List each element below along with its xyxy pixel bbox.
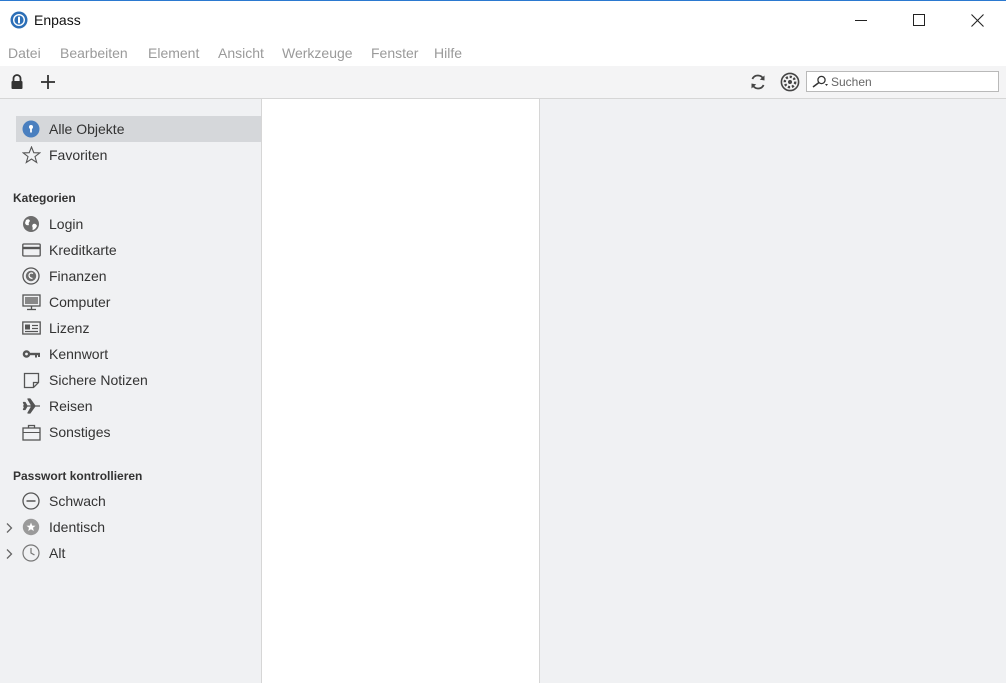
lock-icon [11,74,23,89]
sync-icon [751,74,765,90]
clock-icon [21,544,41,562]
enpass-key-icon [21,120,41,138]
menu-hilfe[interactable]: Hilfe [434,45,462,61]
gear-icon [780,72,800,92]
coin-icon [21,267,41,285]
sidebar-item-label: Sichere Notizen [49,372,148,388]
monitor-icon [21,293,41,311]
menu-werkzeuge[interactable]: Werkzeuge [282,45,353,61]
menu-bar: Datei Bearbeiten Element Ansicht Werkzeu… [0,40,1006,66]
minimize-icon [855,20,867,21]
plus-icon [41,75,55,89]
password-audit-heading: Passwort kontrollieren [13,469,143,483]
menu-datei[interactable]: Datei [8,45,41,61]
sidebar-item-identisch[interactable]: Identisch [16,514,261,540]
star-icon [21,146,41,164]
close-button[interactable] [948,1,1006,39]
sidebar-item-alle-objekte[interactable]: Alle Objekte [16,116,261,142]
sidebar-item-alt[interactable]: Alt [16,540,261,566]
sidebar-item-sichere-notizen[interactable]: Sichere Notizen [16,367,261,393]
sidebar-item-label: Lizenz [49,320,90,336]
menu-fenster[interactable]: Fenster [371,45,418,61]
sidebar-item-label: Alle Objekte [49,121,125,137]
sidebar: Alle Objekte Favoriten Kategorien Login … [0,99,262,683]
expand-alt-chevron-icon[interactable] [4,547,14,559]
credit-card-icon [21,241,41,259]
maximize-button[interactable] [890,1,948,39]
settings-button[interactable] [779,71,801,93]
globe-icon [21,215,41,233]
lock-button[interactable] [6,71,28,93]
briefcase-icon [21,423,41,441]
menu-ansicht[interactable]: Ansicht [218,45,264,61]
sidebar-item-label: Computer [49,294,111,310]
sync-button[interactable] [747,71,769,93]
sidebar-item-kennwort[interactable]: Kennwort [16,341,261,367]
sidebar-item-kreditkarte[interactable]: Kreditkarte [16,237,261,263]
menu-element[interactable]: Element [148,45,199,61]
sidebar-item-schwach[interactable]: Schwach [16,488,261,514]
sidebar-item-label: Kennwort [49,346,109,362]
sidebar-item-label: Favoriten [49,147,108,163]
sidebar-item-lizenz[interactable]: Lizenz [16,315,261,341]
sidebar-item-label: Kreditkarte [49,242,117,258]
title-bar: Enpass [0,1,1006,39]
close-icon [970,13,984,27]
sidebar-item-computer[interactable]: Computer [16,289,261,315]
minus-circle-icon [21,492,41,510]
minimize-button[interactable] [832,1,890,39]
add-item-button[interactable] [37,71,59,93]
search-icon [811,75,828,93]
key-icon [21,345,41,363]
search-box[interactable] [806,71,999,92]
sidebar-item-sonstiges[interactable]: Sonstiges [16,419,261,445]
categories-heading: Kategorien [13,191,76,205]
sidebar-item-label: Sonstiges [49,424,111,440]
sidebar-item-favoriten[interactable]: Favoriten [16,142,261,168]
item-detail-pane [540,99,1006,683]
window-title: Enpass [34,12,81,28]
note-icon [21,371,41,389]
expand-identisch-chevron-icon[interactable] [4,521,14,533]
item-list-pane[interactable] [262,99,540,683]
sidebar-item-reisen[interactable]: Reisen [16,393,261,419]
menu-bearbeiten[interactable]: Bearbeiten [60,45,128,61]
sidebar-item-label: Alt [49,545,66,561]
sidebar-item-label: Login [49,216,84,232]
duplicate-icon [21,518,41,536]
maximize-icon [913,14,925,26]
sidebar-item-label: Schwach [49,493,106,509]
airplane-icon [21,397,41,415]
license-icon [21,319,41,337]
enpass-logo-icon [10,11,28,29]
sidebar-item-login[interactable]: Login [16,211,261,237]
sidebar-item-label: Finanzen [49,268,107,284]
sidebar-item-label: Reisen [49,398,93,414]
sidebar-item-finanzen[interactable]: Finanzen [16,263,261,289]
toolbar [0,66,1006,99]
search-input[interactable] [831,73,995,90]
sidebar-item-label: Identisch [49,519,106,535]
